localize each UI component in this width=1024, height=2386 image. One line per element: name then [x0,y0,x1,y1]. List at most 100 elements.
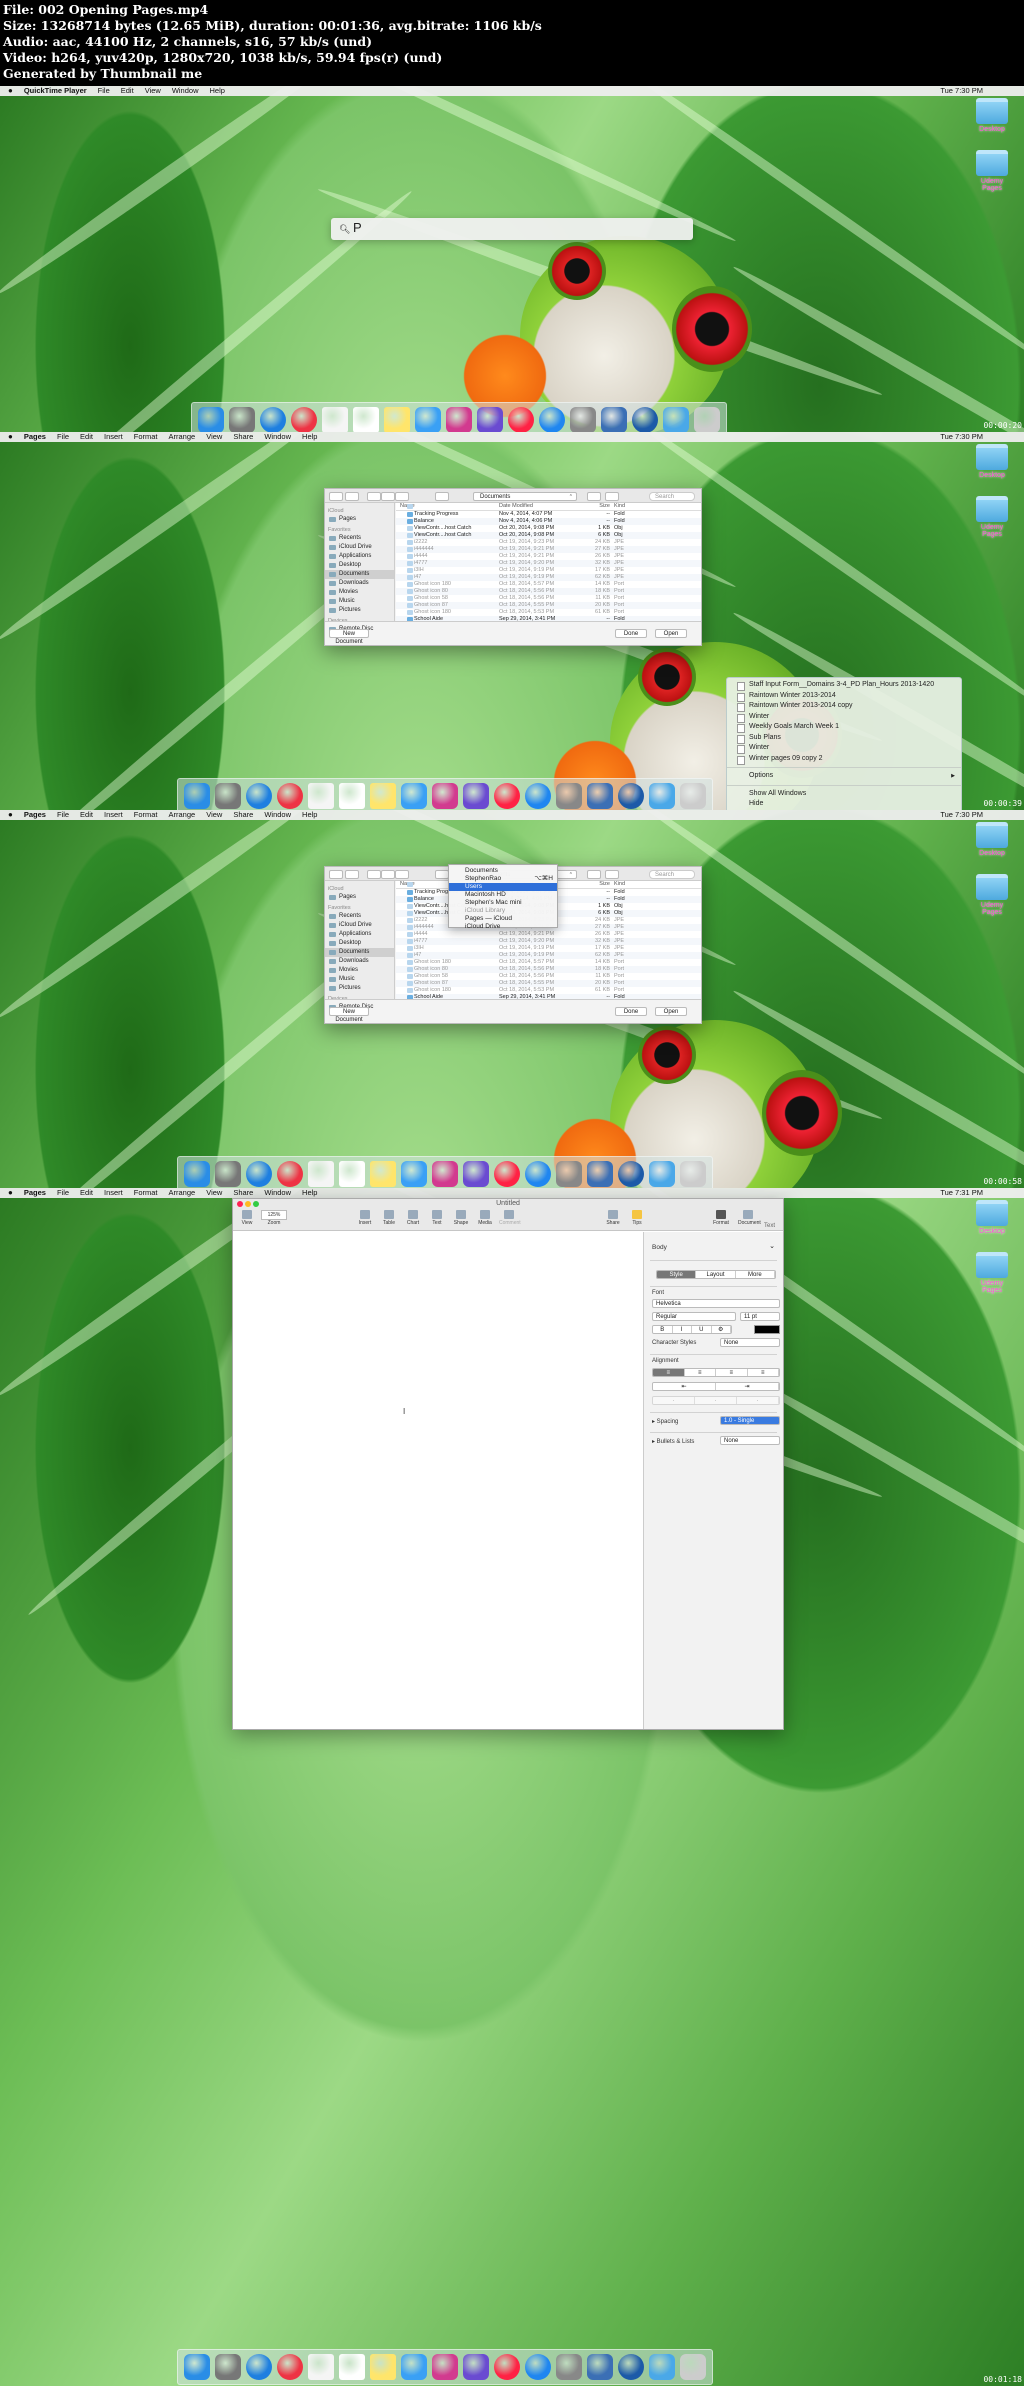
itunes-icon[interactable] [494,1161,520,1187]
file-row[interactable]: Ghost icon 180 Oct 18, 2014, 5:53 PM 61 KB… [396,609,701,616]
safari-icon[interactable] [246,1161,272,1187]
quicktime-icon[interactable] [632,407,658,432]
file-row[interactable]: i444444Oct 19, 2014, 9:21 PM 27 KB JPE [396,546,701,553]
sidebar-item-documents[interactable]: Documents [325,948,394,957]
align-right-button[interactable]: ≡ [716,1369,748,1376]
imovie-icon[interactable] [477,407,503,432]
sidebar-item-icloud-drive[interactable]: iCloud Drive [325,543,394,552]
column-header-name[interactable]: Name [396,503,499,510]
trash-icon[interactable] [680,2354,706,2380]
menu-item-view[interactable]: View [206,432,222,441]
menu-item-edit[interactable]: Edit [121,86,134,95]
notes-icon[interactable] [339,783,365,809]
menu-item-view[interactable]: View [145,86,161,95]
icon-view-button[interactable] [367,870,381,879]
menu-item-arrange[interactable]: Arrange [169,1188,196,1197]
search-field[interactable]: Search [649,870,695,879]
file-row[interactable]: i4777 Oct 19, 2014, 9:20 PM 32 KB JPE [396,938,701,945]
sidebar-item-icloud-drive[interactable]: iCloud Drive [325,921,394,930]
new-document-button[interactable]: New Document [329,1007,369,1023]
finder-icon[interactable] [198,407,224,432]
location-option[interactable]: Users [449,883,557,891]
column-header-kind[interactable]: Kind [612,881,632,888]
appstore-icon[interactable] [525,2354,551,2380]
menu-item-insert[interactable]: Insert [104,1188,123,1197]
launchpad-icon[interactable] [229,407,255,432]
italic-button[interactable]: I [672,1326,692,1333]
column-header-size[interactable]: Size [576,881,612,888]
context-menu-item[interactable]: Raintown Winter 2013-2014 copy [727,701,961,712]
heart-icon[interactable] [432,1161,458,1187]
itunes-icon[interactable] [508,407,534,432]
downloads-icon[interactable] [649,783,675,809]
spotlight-query[interactable]: P [353,220,362,235]
desktop-icon-udemy-pages[interactable]: Udemy Pages [972,1252,1012,1294]
imovie-icon[interactable] [463,2354,489,2380]
file-row[interactable]: Ghost icon 87 Oct 18, 2014, 5:55 PM 20 KB P… [396,980,701,987]
sidebar-item-movies[interactable]: Movies [325,966,394,975]
location-option[interactable]: Macintosh HD [449,891,557,899]
toolbar-document[interactable]: Document [738,1210,761,1226]
trash-icon[interactable] [680,783,706,809]
file-row[interactable]: i4444 Oct 19, 2014, 9:21 PM 26 KB JPE [396,931,701,938]
spacing-popup[interactable]: 1.0 - Single [720,1416,780,1425]
messages-icon[interactable] [401,1161,427,1187]
menu-item-format[interactable]: Format [134,432,158,441]
xcode-icon[interactable] [587,2354,613,2380]
sidebar-item-music[interactable]: Music [325,597,394,606]
messages-icon[interactable] [415,407,441,432]
xcode-icon[interactable] [587,1161,613,1187]
context-menu-options[interactable]: Options ▶ [727,771,961,782]
location-option[interactable]: Stephen's Mac mini [449,899,557,907]
location-option[interactable]: iCloud Drive [449,923,557,931]
spotlight-search[interactable]: 🔍︎ P [331,218,693,240]
system-prefs-icon[interactable] [556,2354,582,2380]
column-header-size[interactable]: Size [576,503,612,510]
toolbar-comment[interactable]: Comment [499,1210,521,1226]
menu-app-name[interactable]: Pages [24,432,46,441]
toolbar-insert[interactable]: Insert [355,1210,375,1226]
tab-style[interactable]: Style [657,1271,697,1278]
apple-icon[interactable]: ● [8,810,13,819]
toolbar-media[interactable]: Media [475,1210,495,1226]
file-row[interactable]: Ghost icon 87 Oct 18, 2014, 5:55 PM 20 KB P… [396,602,701,609]
context-menu-item[interactable]: Winter pages 09 copy 2 [727,754,961,764]
heart-icon[interactable] [432,783,458,809]
quicktime-icon[interactable] [618,783,644,809]
imovie-icon[interactable] [463,1161,489,1187]
file-row[interactable]: Ghost icon 80 Oct 18, 2014, 5:56 PM 18 KB P… [396,966,701,973]
heart-icon[interactable] [432,2354,458,2380]
notes-icon[interactable] [339,2354,365,2380]
messages-icon[interactable] [401,783,427,809]
downloads-icon[interactable] [663,407,689,432]
safari-icon[interactable] [260,407,286,432]
location-dropdown-menu[interactable]: Documents StephenRao ⌥⌘H Users Macintosh HD S… [448,864,558,931]
sidebar-item-downloads[interactable]: Downloads [325,957,394,966]
xcode-icon[interactable] [601,407,627,432]
apple-icon[interactable]: ● [8,432,13,441]
menu-item-help[interactable]: Help [302,432,317,441]
menu-app-name[interactable]: Pages [24,1188,46,1197]
downloads-icon[interactable] [649,1161,675,1187]
menu-item-help[interactable]: Help [302,810,317,819]
calendar-icon[interactable] [308,783,334,809]
sidebar-item-applications[interactable]: Applications [325,552,394,561]
location-option[interactable]: Documents [449,867,557,875]
desktop-icon-desktop[interactable]: Desktop [972,1200,1012,1235]
sidebar-item-recents[interactable]: Recents [325,912,394,921]
location-option[interactable]: Pages — iCloud [449,915,557,923]
forward-button[interactable] [345,870,359,879]
back-button[interactable] [329,492,343,501]
text-options-icon[interactable]: ⚙ [711,1326,731,1333]
share-button[interactable] [587,492,601,501]
sidebar-item-pictures[interactable]: Pictures [325,606,394,615]
file-row[interactable]: Ghost icon 180 Oct 18, 2014, 5:57 PM 14 KB… [396,959,701,966]
imovie-icon[interactable] [463,783,489,809]
text-color-swatch[interactable] [754,1325,780,1334]
paragraph-style-popup[interactable]: Body [652,1244,667,1251]
location-option[interactable]: StephenRao ⌥⌘H [449,875,557,883]
list-view-button[interactable] [381,870,395,879]
increase-indent-button[interactable]: ⇥ [716,1383,779,1390]
file-row[interactable]: i4777 Oct 19, 2014, 9:20 PM 32 KB JPE [396,560,701,567]
quicktime-icon[interactable] [618,1161,644,1187]
